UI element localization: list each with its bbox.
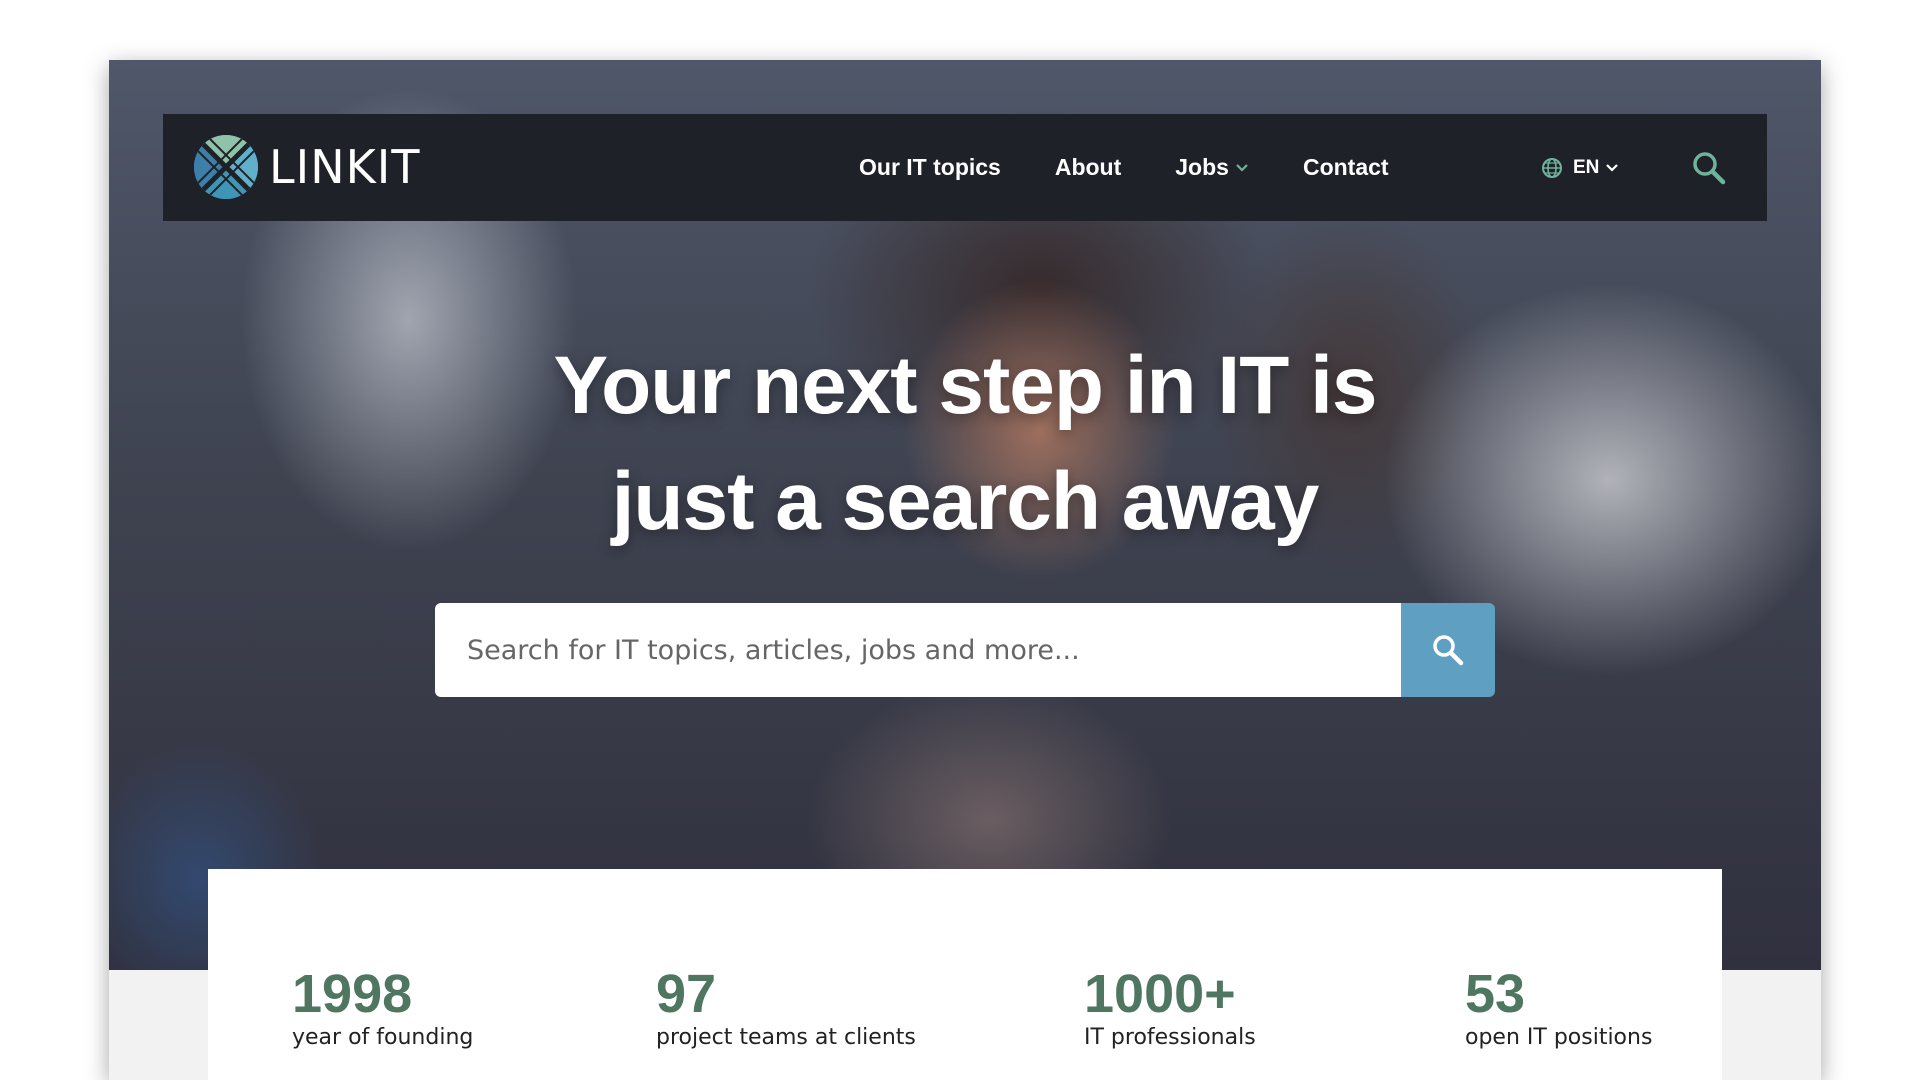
search-input[interactable] — [435, 603, 1401, 697]
headline-line-1: Your next step in IT is — [553, 340, 1378, 431]
main-nav: Our IT topics About Jobs Contact — [859, 114, 1443, 221]
browser-frame: LINKIT Our IT topics About Jobs Contact … — [109, 60, 1821, 1080]
stat-label: project teams at clients — [656, 1025, 916, 1050]
nav-jobs[interactable]: Jobs — [1175, 154, 1249, 181]
stat-label: open IT positions — [1465, 1025, 1653, 1050]
nav-label: Our IT topics — [859, 154, 1001, 180]
stat-label: IT professionals — [1084, 1025, 1256, 1050]
stat-value: 1998 — [292, 964, 413, 1024]
stat-item: 1000+ IT professionals — [1084, 965, 1256, 1050]
nav-label: Contact — [1302, 154, 1389, 180]
chevron-down-icon — [1606, 163, 1619, 172]
top-navbar: LINKIT Our IT topics About Jobs Contact … — [163, 114, 1767, 221]
stat-value: 97 — [656, 964, 717, 1024]
stat-label: year of founding — [292, 1025, 474, 1050]
stat-item: 97 project teams at clients — [656, 965, 916, 1050]
nav-about[interactable]: About — [1055, 154, 1121, 181]
logo[interactable]: LINKIT — [193, 134, 420, 200]
language-label: EN — [1573, 156, 1600, 178]
nav-our-it-topics[interactable]: Our IT topics — [859, 154, 1001, 181]
stats-panel: 1998 year of founding 97 project teams a… — [208, 869, 1722, 1080]
stat-item: 1998 year of founding — [292, 965, 473, 1050]
nav-contact[interactable]: Contact — [1303, 154, 1389, 181]
hero-search — [435, 603, 1495, 697]
language-selector[interactable]: EN — [1541, 114, 1629, 221]
brand-name: LINKIT — [269, 140, 421, 194]
hero-headline: Your next step in IT is just a search aw… — [109, 328, 1821, 560]
nav-label: About — [1054, 154, 1122, 180]
headline-line-2: just a search away — [611, 456, 1320, 547]
search-icon — [1433, 635, 1464, 666]
search-button[interactable] — [1401, 603, 1495, 697]
search-icon[interactable] — [1691, 150, 1727, 186]
linkit-logo-icon — [194, 135, 258, 199]
nav-label: Jobs — [1175, 154, 1229, 180]
stat-value: 53 — [1465, 964, 1526, 1024]
globe-icon — [1542, 157, 1562, 178]
chevron-down-icon — [1236, 163, 1248, 172]
stat-item: 53 open IT positions — [1465, 965, 1652, 1050]
stat-value: 1000+ — [1084, 964, 1236, 1024]
